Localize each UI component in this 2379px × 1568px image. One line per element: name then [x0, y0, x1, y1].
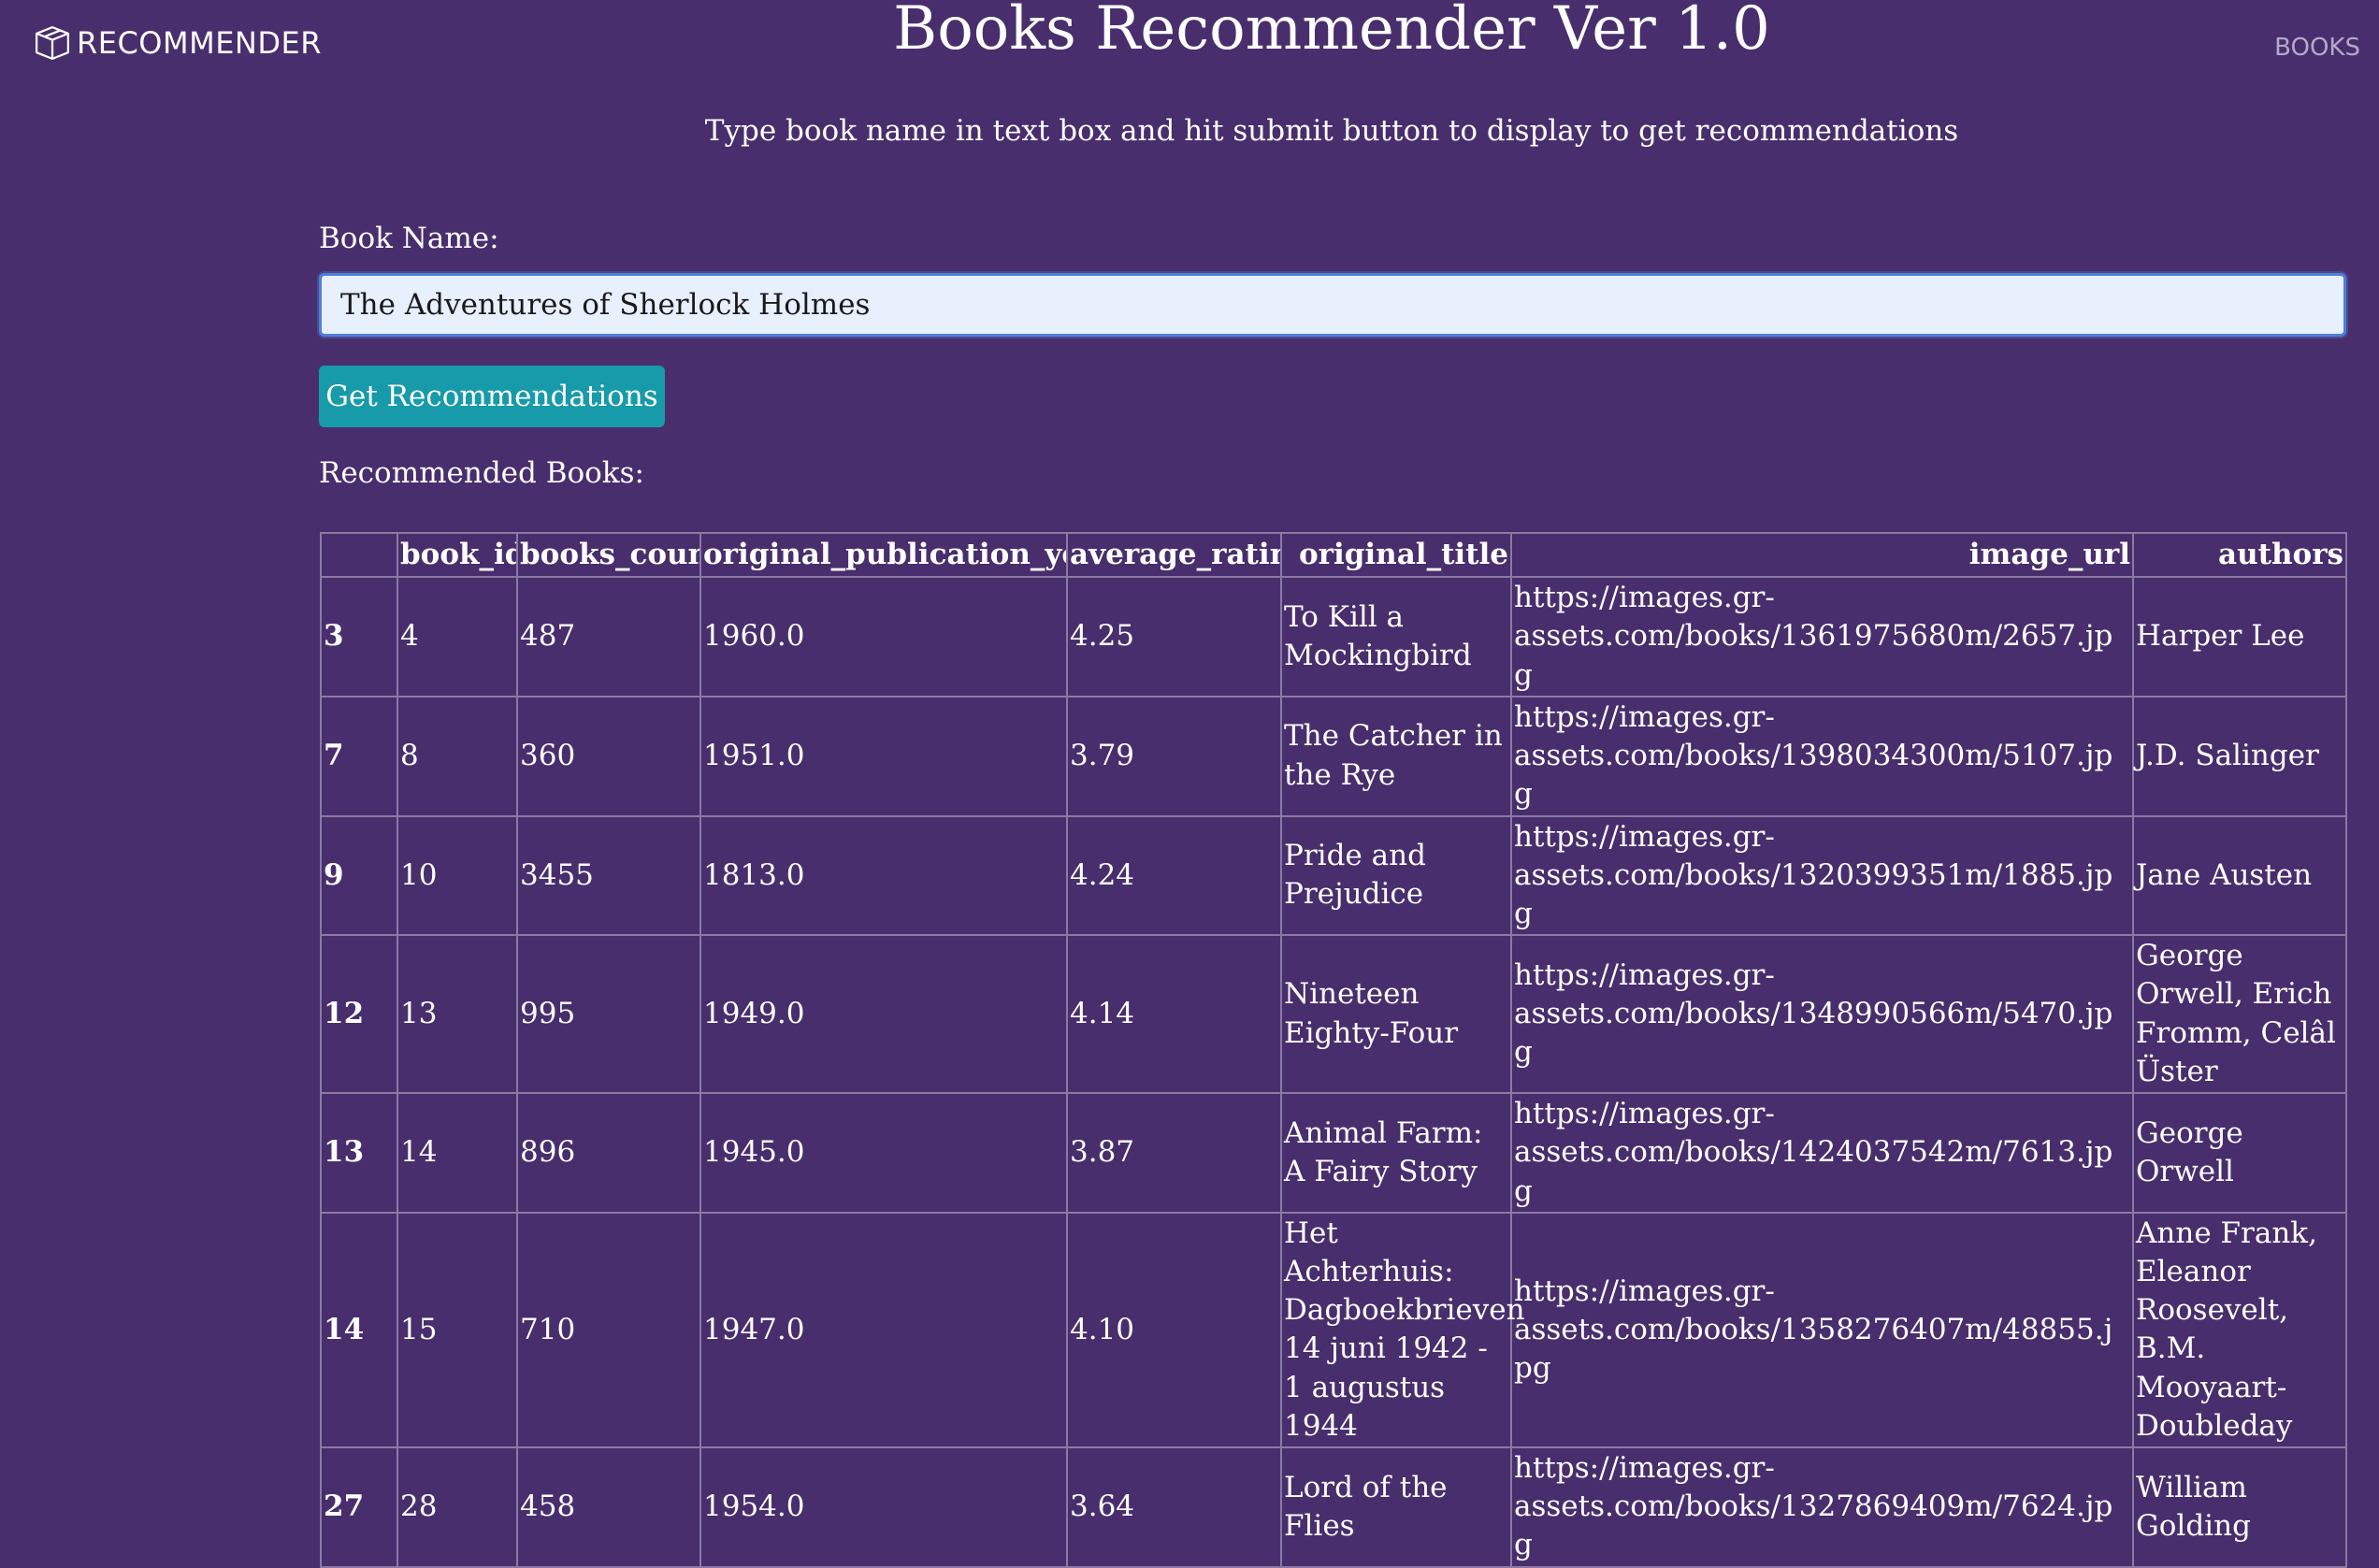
cell-original-title: Het Achterhuis: Dagboekbrieven 14 juni 1… — [1280, 1211, 1525, 1449]
cell-index: 9 — [320, 814, 398, 937]
cell-original-title: Pride and Prejudice — [1280, 814, 1512, 937]
cell-original-publication-year: 1960.0 — [699, 576, 1068, 698]
cell-original-publication-year: 1949.0 — [699, 934, 1068, 1095]
cell-book-id: 28 — [396, 1446, 518, 1568]
cell-books-count: 710 — [516, 1211, 701, 1449]
column-header-average-rating: average_rating — [1066, 531, 1282, 579]
cell-index: 14 — [320, 1211, 398, 1449]
column-header-original-title: original_title — [1280, 531, 1512, 579]
page-subtitle: Type book name in text box and hit submi… — [704, 114, 1959, 148]
cell-original-title: Animal Farm: A Fairy Story — [1280, 1092, 1512, 1214]
book-name-label: Book Name: — [319, 222, 499, 255]
cell-original-title: Lord of the Flies — [1280, 1446, 1512, 1568]
cell-index: 3 — [320, 576, 398, 698]
column-header-image-url: image_url — [1510, 531, 2134, 579]
cell-book-id: 15 — [396, 1211, 518, 1449]
cell-authors: George Orwell, Erich Fromm, Celâl Üster — [2132, 934, 2347, 1095]
cell-book-id: 14 — [396, 1092, 518, 1214]
cell-original-title: The Catcher in the Rye — [1280, 695, 1512, 817]
cell-image-url: https://images.gr-assets.com/books/13489… — [1510, 934, 2134, 1095]
table-row: 12 13 995 1949.0 4.14 Nineteen Eighty-Four htt… — [320, 934, 2347, 1095]
table-row: 27 28 458 1954.0 3.64 Lord of the Flies https:… — [320, 1446, 2347, 1568]
column-header-book-id: book_id — [396, 531, 518, 579]
table-row: 3 4 487 1960.0 4.25 To Kill a Mockingbird http… — [320, 576, 2347, 698]
cell-book-id: 10 — [396, 814, 518, 937]
cell-image-url: https://images.gr-assets.com/books/13619… — [1510, 576, 2134, 698]
cell-original-publication-year: 1954.0 — [699, 1446, 1068, 1568]
cell-book-id: 13 — [396, 934, 518, 1095]
cell-authors: George Orwell — [2132, 1092, 2347, 1214]
cell-original-title: Nineteen Eighty-Four — [1280, 934, 1512, 1095]
cell-original-publication-year: 1945.0 — [699, 1092, 1068, 1214]
column-header-authors: authors — [2132, 531, 2347, 579]
cell-image-url: https://images.gr-assets.com/books/13980… — [1510, 695, 2134, 817]
table-header: book_idbooks_countoriginal_publication_y… — [320, 531, 2347, 579]
table-header-row: book_idbooks_countoriginal_publication_y… — [320, 531, 2347, 579]
cell-index: 27 — [320, 1446, 398, 1568]
table-row: 14 15 710 1947.0 4.10 Het Achterhuis: Dagboek… — [320, 1211, 2347, 1449]
cell-books-count: 896 — [516, 1092, 701, 1214]
cell-authors: William Golding — [2132, 1446, 2347, 1568]
cell-books-count: 3455 — [516, 814, 701, 937]
cell-average-rating: 4.14 — [1066, 934, 1282, 1095]
cell-original-title: To Kill a Mockingbird — [1280, 576, 1512, 698]
book-name-input[interactable] — [319, 273, 2346, 337]
cell-original-publication-year: 1947.0 — [699, 1211, 1068, 1449]
cell-authors: Jane Austen — [2132, 814, 2347, 937]
cell-original-publication-year: 1813.0 — [699, 814, 1068, 937]
recommendations-table: book_idbooks_countoriginal_publication_y… — [320, 531, 2347, 1568]
get-recommendations-button[interactable]: Get Recommendations — [319, 366, 665, 427]
cell-average-rating: 4.10 — [1066, 1211, 1282, 1449]
page-title: Books Recommender Ver 1.0 — [893, 0, 1770, 64]
cell-average-rating: 3.87 — [1066, 1092, 1282, 1214]
table-body: 3 4 487 1960.0 4.25 To Kill a Mockingbird http… — [320, 576, 2347, 1568]
cell-books-count: 487 — [516, 576, 701, 698]
cell-image-url: https://images.gr-assets.com/books/14240… — [1510, 1092, 2134, 1214]
cell-image-url: https://images.gr-assets.com/books/13203… — [1510, 814, 2134, 937]
column-header-index — [320, 531, 398, 579]
cell-authors: Harper Lee — [2132, 576, 2347, 698]
table-row: 13 14 896 1945.0 3.87 Animal Farm: A Fairy St… — [320, 1092, 2347, 1214]
table-row: 7 8 360 1951.0 3.79 The Catcher in the Rye htt… — [320, 695, 2347, 817]
cell-average-rating: 3.64 — [1066, 1446, 1282, 1568]
cell-books-count: 458 — [516, 1446, 701, 1568]
cell-authors: Anne Frank, Eleanor Roosevelt, B.M. Mooy… — [2132, 1211, 2347, 1449]
cell-original-publication-year: 1951.0 — [699, 695, 1068, 817]
recommended-books-label: Recommended Books: — [319, 456, 644, 490]
cell-average-rating: 4.24 — [1066, 814, 1282, 937]
column-header-books-count: books_count — [516, 531, 701, 579]
cell-book-id: 8 — [396, 695, 518, 817]
cell-average-rating: 3.79 — [1066, 695, 1282, 817]
cell-books-count: 995 — [516, 934, 701, 1095]
cell-image-url: https://images.gr-assets.com/books/13582… — [1510, 1211, 2134, 1449]
cell-average-rating: 4.25 — [1066, 576, 1282, 698]
cell-index: 12 — [320, 934, 398, 1095]
cell-books-count: 360 — [516, 695, 701, 817]
column-header-original-publication-year: original_publication_year — [699, 531, 1068, 579]
cell-index: 7 — [320, 695, 398, 817]
cell-index: 13 — [320, 1092, 398, 1214]
cell-book-id: 4 — [396, 576, 518, 698]
cell-authors: J.D. Salinger — [2132, 695, 2347, 817]
table-row: 9 10 3455 1813.0 4.24 Pride and Prejudice http… — [320, 814, 2347, 937]
cell-image-url: https://images.gr-assets.com/books/13278… — [1510, 1446, 2134, 1568]
